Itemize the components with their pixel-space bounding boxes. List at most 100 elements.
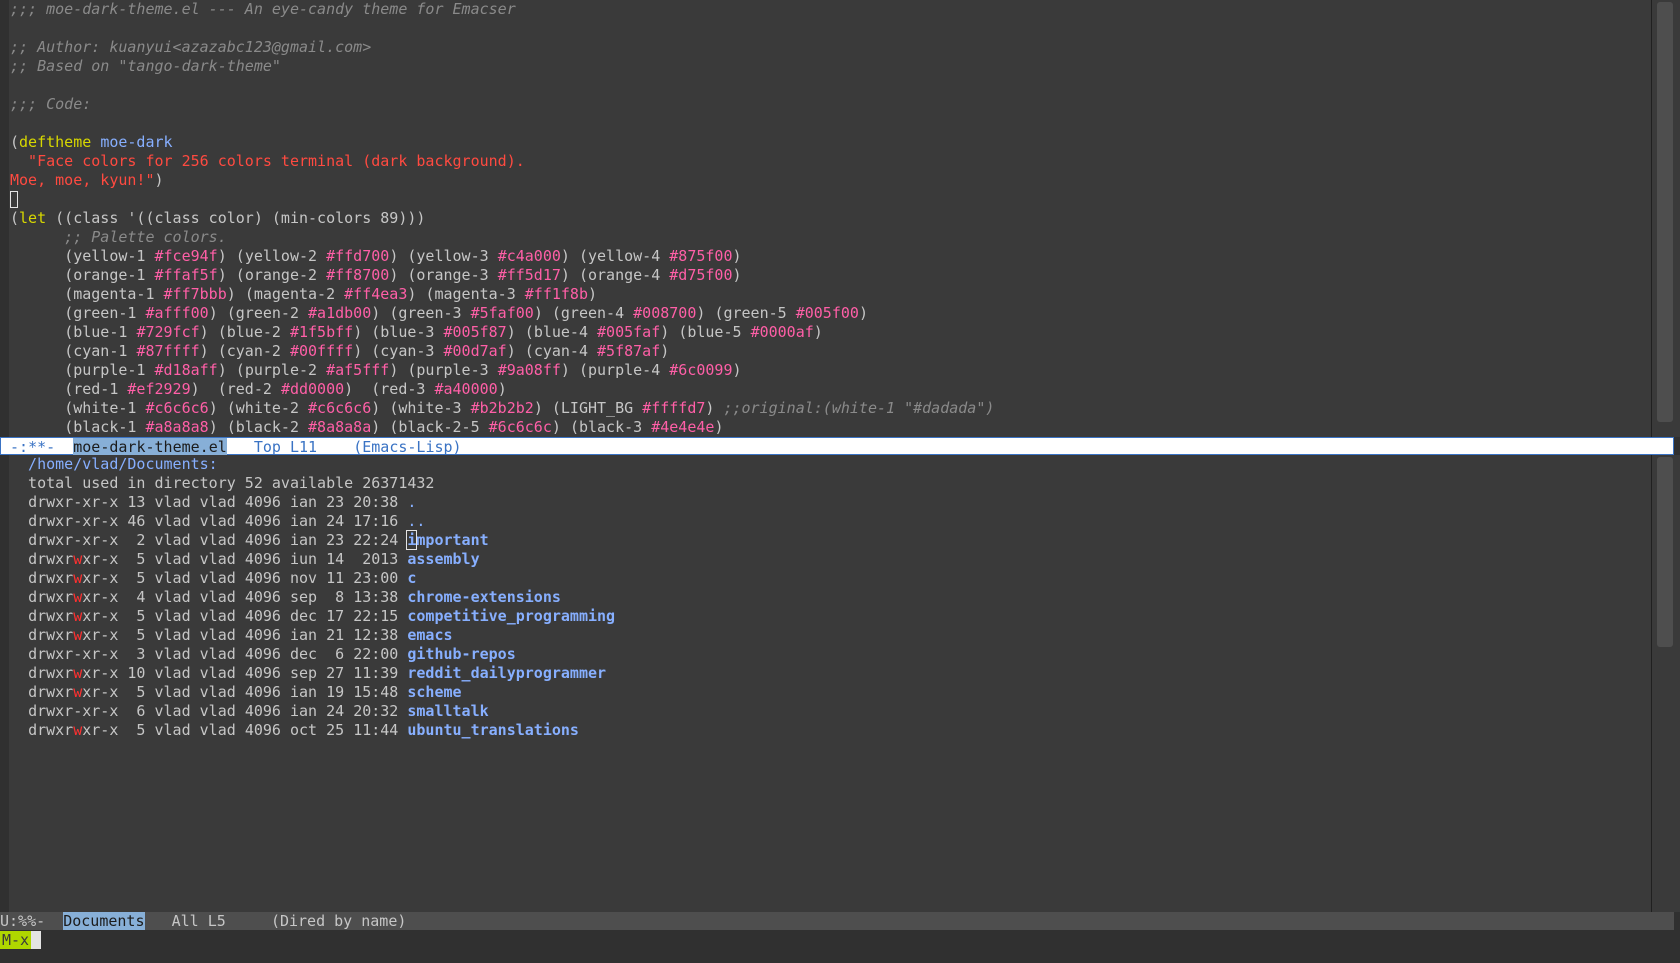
mode-line-inactive[interactable]: U:%%- Documents All L5 (Dired by name) [0, 912, 1674, 930]
time: 17:16 [353, 512, 399, 530]
dired-file-name[interactable]: emacs [407, 626, 452, 644]
header-line: ;; Author: kuanyui<azazabc123@gmail.com> [10, 38, 372, 56]
palette-color-value: #ff5d17 [497, 266, 561, 284]
permissions: xr-x [82, 531, 119, 549]
file-size: 4096 [244, 569, 281, 587]
dired-file-name[interactable]: competitive_programming [407, 607, 615, 625]
header-line: ;;; moe-dark-theme.el --- An eye-candy t… [10, 0, 516, 18]
month: dec [289, 645, 318, 663]
header-line [9, 114, 1652, 133]
palette-color-value: #005faf [597, 323, 661, 341]
palette-color-value: #ffaf5f [154, 266, 218, 284]
dired-scrollbar[interactable] [1651, 455, 1680, 912]
mode-line-buffer-name[interactable]: Documents [63, 912, 145, 930]
editor-scrollbar[interactable] [1651, 0, 1680, 437]
mode-line-active[interactable]: -:**- moe-dark-theme.el Top L11 (Emacs-L… [0, 437, 1674, 456]
palette-color-name: LIGHT_BG [560, 399, 634, 417]
owner: vlad [154, 683, 191, 701]
palette-line: (cyan-1 #87ffff) (cyan-2 #00ffff) (cyan-… [64, 342, 670, 360]
file-size: 4096 [244, 645, 281, 663]
dired-file-name[interactable]: . [407, 493, 416, 511]
dired-entry[interactable]: drwxrwxr-x 5 vlad vlad 4096 ian 19 15:48… [9, 683, 1652, 702]
time: 22:24 [353, 531, 399, 549]
permissions: drwxr- [28, 702, 83, 720]
dired-file-name[interactable]: smalltalk [407, 702, 488, 720]
palette-color-value: #6c6c6c [488, 418, 552, 436]
group-write-bit: w [73, 721, 83, 739]
header-line [9, 19, 1652, 38]
dired-file-name-rest: mportant [416, 531, 489, 549]
dired-window[interactable]: /home/vlad/Documents: total used in dire… [9, 455, 1652, 912]
day: 19 [326, 683, 345, 701]
group: vlad [199, 493, 236, 511]
dired-entry[interactable]: drwxr-xr-x 46 vlad vlad 4096 ian 24 17:1… [9, 512, 1652, 531]
dired-entry[interactable]: drwxrwxr-x 5 vlad vlad 4096 dec 17 22:15… [9, 607, 1652, 626]
editor-scrollbar-thumb[interactable] [1657, 2, 1673, 422]
time: 11:39 [353, 664, 399, 682]
permissions: drwxr- [28, 493, 83, 511]
cursor-line[interactable] [9, 190, 1652, 209]
palette-color-name: orange-1 [73, 266, 146, 284]
mode-line-buffer-name[interactable]: moe-dark-theme.el [73, 438, 227, 456]
palette-color-value: #c4a000 [497, 247, 561, 265]
dired-scrollbar-thumb[interactable] [1657, 457, 1673, 647]
time: 20:38 [353, 493, 399, 511]
permissions: xr-x [82, 607, 119, 625]
dired-entry[interactable]: drwxrwxr-x 5 vlad vlad 4096 oct 25 11:44… [9, 721, 1652, 740]
day: 6 [326, 645, 345, 663]
dired-entry[interactable]: drwxr-xr-x 2 vlad vlad 4096 ian 23 22:24… [9, 530, 1652, 550]
dired-entry[interactable]: drwxrwxr-x 10 vlad vlad 4096 sep 27 11:3… [9, 664, 1652, 683]
link-count: 3 [127, 645, 146, 663]
dired-file-name[interactable]: ubuntu_translations [407, 721, 579, 739]
palette-color-name: green-3 [398, 304, 462, 322]
palette-color-value: #005f87 [443, 323, 507, 341]
dired-file-name[interactable]: important [406, 530, 489, 550]
left-fringe [0, 0, 9, 936]
group: vlad [199, 626, 236, 644]
file-header-comments: ;;; moe-dark-theme.el --- An eye-candy t… [9, 0, 1652, 133]
month: ian [289, 512, 318, 530]
permissions: xr-x [82, 493, 119, 511]
time: 22:15 [353, 607, 399, 625]
dired-entry[interactable]: drwxrwxr-x 5 vlad vlad 4096 ian 21 12:38… [9, 626, 1652, 645]
dired-entry[interactable]: drwxrwxr-x 5 vlad vlad 4096 iun 14 2013 … [9, 550, 1652, 569]
link-count: 5 [127, 683, 146, 701]
dired-file-name[interactable]: scheme [407, 683, 461, 701]
time: 20:32 [353, 702, 399, 720]
minibuffer[interactable]: M-x [0, 931, 1680, 949]
let-line: (let ((class '((class color) (min-colors… [10, 209, 426, 227]
file-size: 4096 [244, 607, 281, 625]
month: sep [289, 664, 318, 682]
palette-color-name: green-5 [723, 304, 787, 322]
group: vlad [199, 645, 236, 663]
dired-file-name[interactable]: assembly [407, 550, 479, 568]
dired-entry[interactable]: drwxrwxr-x 4 vlad vlad 4096 sep 8 13:38 … [9, 588, 1652, 607]
month: sep [289, 588, 318, 606]
palette-color-name: purple-1 [73, 361, 146, 379]
group-write-bit: w [73, 683, 83, 701]
palette-line: (blue-1 #729fcf) (blue-2 #1f5bff) (blue-… [64, 323, 823, 341]
dired-file-name[interactable]: .. [407, 512, 425, 530]
day: 21 [326, 626, 345, 644]
dired-directory-path[interactable]: /home/vlad/Documents: [9, 455, 1652, 474]
palette-color-value: #a8a8a8 [145, 418, 209, 436]
editor-window[interactable]: ;;; moe-dark-theme.el --- An eye-candy t… [9, 0, 1652, 437]
dired-file-name[interactable]: c [407, 569, 416, 587]
day: 27 [326, 664, 345, 682]
time: 15:48 [353, 683, 399, 701]
dired-entry[interactable]: drwxr-xr-x 13 vlad vlad 4096 ian 23 20:3… [9, 493, 1652, 512]
dired-entry[interactable]: drwxrwxr-x 5 vlad vlad 4096 nov 11 23:00… [9, 569, 1652, 588]
dired-entry[interactable]: drwxr-xr-x 6 vlad vlad 4096 ian 24 20:32… [9, 702, 1652, 721]
header-line: ;;; Code: [10, 95, 92, 113]
palette-color-value: #a40000 [434, 380, 498, 398]
dired-file-name[interactable]: chrome-extensions [407, 588, 561, 606]
mode-line-major-mode[interactable]: (Dired by name) [271, 912, 406, 930]
mode-line-major-mode[interactable]: (Emacs-Lisp) [353, 438, 461, 456]
dired-entry[interactable]: drwxr-xr-x 3 vlad vlad 4096 dec 6 22:00 … [9, 645, 1652, 664]
group: vlad [199, 550, 236, 568]
permissions: xr-x [82, 626, 119, 644]
dired-file-name[interactable]: github-repos [407, 645, 515, 663]
palette-color-name: blue-4 [533, 323, 588, 341]
dired-file-name[interactable]: reddit_dailyprogrammer [407, 664, 606, 682]
palette-color-name: orange-3 [416, 266, 489, 284]
